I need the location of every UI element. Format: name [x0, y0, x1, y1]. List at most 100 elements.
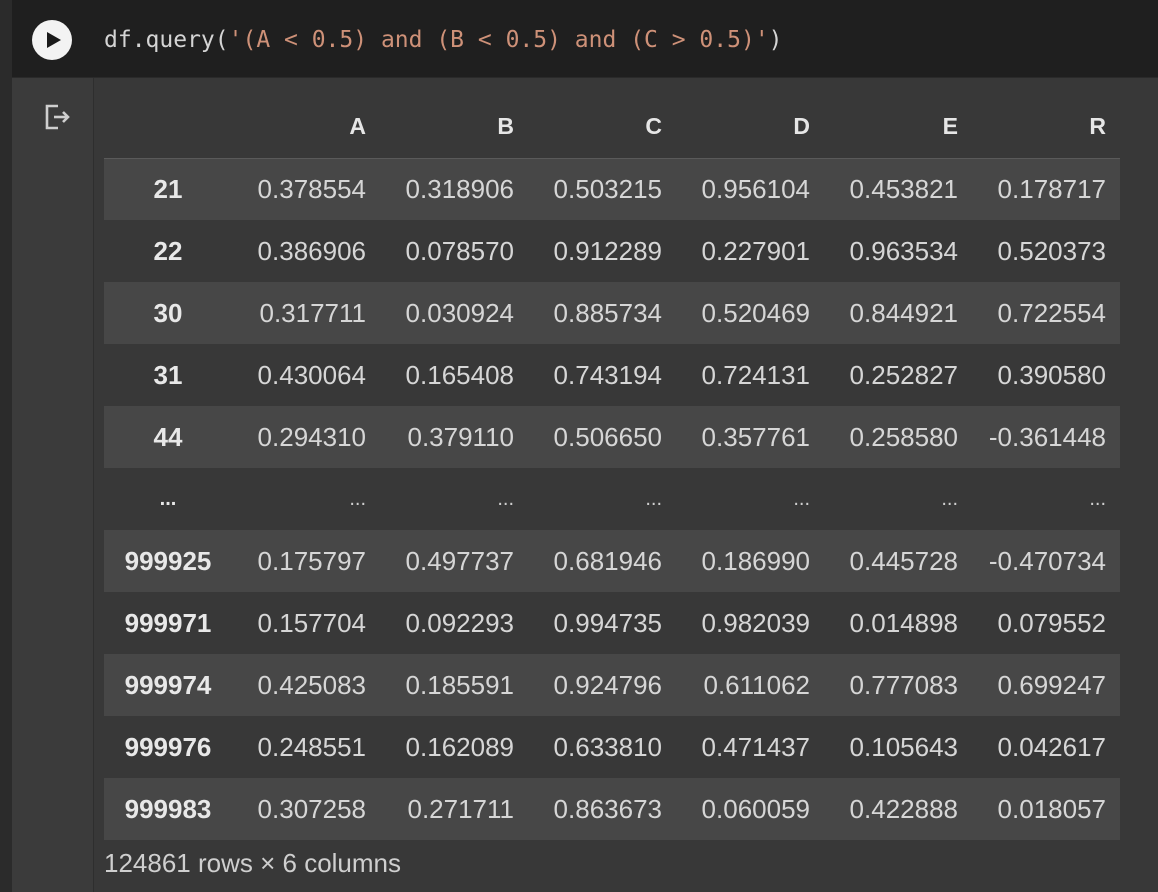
row-index: ...	[159, 487, 177, 510]
table-row: 31 0.430064 0.165408 0.743194 0.724131 0…	[104, 344, 1120, 406]
cell-value: 0.506650	[553, 421, 662, 452]
code-prefix: df.query(	[104, 27, 229, 53]
table-row: 999983 0.307258 0.271711 0.863673 0.0600…	[104, 778, 1120, 840]
code-suffix: )	[768, 27, 783, 53]
cell-value: 0.175797	[257, 545, 366, 576]
table-row: 30 0.317711 0.030924 0.885734 0.520469 0…	[104, 282, 1120, 344]
cell-value: 0.722554	[997, 297, 1106, 328]
cell-value: 0.294310	[257, 421, 366, 452]
cell-value: 0.248551	[257, 731, 366, 762]
table-row: 999971 0.157704 0.092293 0.994735 0.9820…	[104, 592, 1120, 654]
cell-value: 0.422888	[849, 793, 958, 824]
cell-value: 0.743194	[553, 359, 662, 390]
cell-value: 0.379110	[407, 421, 514, 452]
cell-value: ...	[1089, 487, 1106, 510]
table-row: 44 0.294310 0.379110 0.506650 0.357761 0…	[104, 406, 1120, 468]
table-row: 999974 0.425083 0.185591 0.924796 0.6110…	[104, 654, 1120, 716]
cell-value: 0.777083	[849, 669, 958, 700]
row-index: 44	[153, 421, 183, 452]
cell-value: 0.157704	[257, 607, 366, 638]
cell-value: 0.317711	[259, 297, 366, 328]
cell-value: 0.453821	[849, 173, 958, 204]
column-header-d: D	[676, 96, 824, 159]
cell-value: 0.060059	[701, 793, 810, 824]
dataframe-table: A B C D E R 21 0.378554 0.318906 0.50321…	[104, 96, 1120, 840]
cell-value: 0.844921	[849, 297, 958, 328]
cell-value: 0.425083	[257, 669, 366, 700]
cell-value: 0.042617	[997, 731, 1106, 762]
cell-value: 0.178717	[997, 173, 1106, 204]
code-line[interactable]: df.query('(A < 0.5) and (B < 0.5) and (C…	[104, 22, 783, 58]
cell-value: 0.912289	[553, 235, 662, 266]
cell-value: 0.503215	[553, 173, 662, 204]
cell-value: 0.271711	[407, 793, 514, 824]
code-string-literal: '(A < 0.5) and (B < 0.5) and (C > 0.5)'	[228, 27, 769, 53]
cell-left-edge	[0, 0, 12, 892]
cell-value: 0.357761	[701, 421, 810, 452]
play-icon	[46, 32, 61, 48]
cell-value: 0.724131	[701, 359, 810, 390]
cell-value: ...	[941, 487, 958, 510]
row-index: 999974	[124, 669, 212, 700]
cell-value: 0.963534	[849, 235, 958, 266]
cell-value: 0.885734	[553, 297, 662, 328]
cell-value: 0.471437	[701, 731, 810, 762]
cell-output: A B C D E R 21 0.378554 0.318906 0.50321…	[94, 78, 1158, 892]
table-row: 22 0.386906 0.078570 0.912289 0.227901 0…	[104, 220, 1120, 282]
table-row: 999925 0.175797 0.497737 0.681946 0.1869…	[104, 530, 1120, 592]
cell-value: 0.699247	[997, 669, 1106, 700]
row-index: 999971	[124, 607, 212, 638]
cell-value: 0.018057	[997, 793, 1106, 824]
row-index: 22	[153, 235, 183, 266]
table-row: 999976 0.248551 0.162089 0.633810 0.4714…	[104, 716, 1120, 778]
cell-value: 0.162089	[405, 731, 514, 762]
cell-value: 0.252827	[849, 359, 958, 390]
cell-value: ...	[497, 487, 514, 510]
cell-value: 0.994735	[553, 607, 662, 638]
header-row: A B C D E R	[104, 96, 1120, 159]
cell-value: 0.307258	[257, 793, 366, 824]
cell-value: 0.078570	[405, 235, 514, 266]
row-index: 21	[153, 173, 183, 204]
index-header	[104, 96, 232, 159]
column-header-e: E	[824, 96, 972, 159]
cell-value: 0.079552	[997, 607, 1106, 638]
cell-value: 0.520469	[701, 297, 810, 328]
cell-value: 0.105643	[849, 731, 958, 762]
cell-value: -0.361448	[988, 421, 1106, 452]
table-row-ellipsis: ... ... ... ... ... ... ...	[104, 468, 1120, 530]
cell-value: 0.924796	[553, 669, 662, 700]
column-header-b: B	[380, 96, 528, 159]
cell-value: 0.982039	[701, 607, 810, 638]
cell-value: 0.520373	[997, 235, 1106, 266]
cell-value: 0.014898	[849, 607, 958, 638]
notebook-cell: df.query('(A < 0.5) and (B < 0.5) and (C…	[0, 0, 1158, 892]
cell-value: 0.681946	[553, 545, 662, 576]
cell-value: 0.030924	[405, 297, 514, 328]
cell-value: 0.165408	[405, 359, 514, 390]
column-header-r: R	[972, 96, 1120, 159]
row-index: 999925	[124, 545, 212, 576]
output-gutter	[12, 78, 94, 892]
table-row: 21 0.378554 0.318906 0.503215 0.956104 0…	[104, 158, 1120, 220]
cell-value: 0.378554	[257, 173, 366, 204]
run-cell-button[interactable]	[32, 20, 72, 60]
cell-value: 0.497737	[405, 545, 514, 576]
cell-value: 0.227901	[701, 235, 810, 266]
cell-value: 0.185591	[405, 669, 514, 700]
cell-value: ...	[793, 487, 810, 510]
code-editor[interactable]: df.query('(A < 0.5) and (B < 0.5) and (C…	[12, 0, 1158, 78]
cell-value: 0.092293	[405, 607, 514, 638]
cell-value: 0.430064	[257, 359, 366, 390]
column-header-a: A	[232, 96, 380, 159]
dataframe-shape-summary: 124861 rows × 6 columns	[104, 848, 402, 878]
output-redirect-icon-graphic	[45, 104, 70, 130]
cell-value: ...	[645, 487, 662, 510]
cell-value: -0.470734	[988, 545, 1106, 576]
row-index: 999976	[124, 731, 212, 762]
output-redirect-icon[interactable]	[40, 100, 74, 134]
cell-value: 0.386906	[257, 235, 366, 266]
row-index: 999983	[124, 793, 212, 824]
cell-value: 0.633810	[553, 731, 662, 762]
cell-value: 0.956104	[701, 173, 810, 204]
